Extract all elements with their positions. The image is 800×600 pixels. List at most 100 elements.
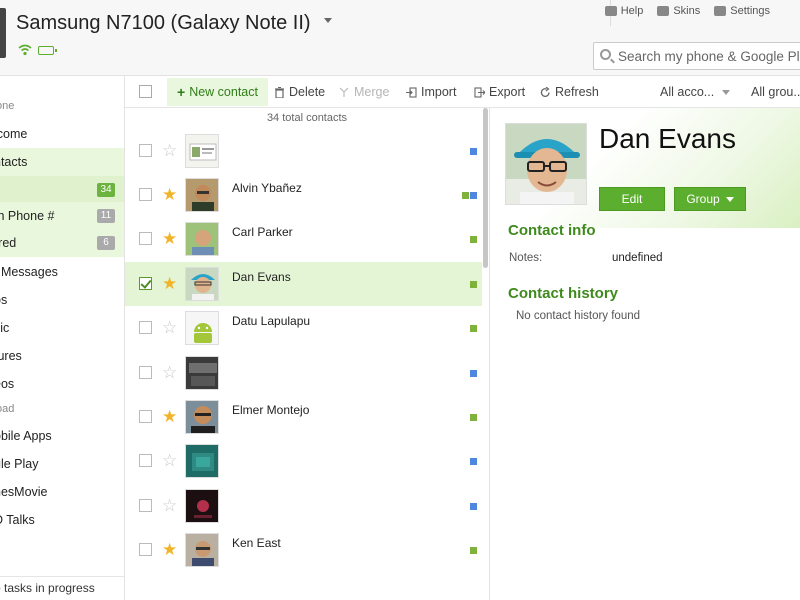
sidebar-item-welcome[interactable]: lcome — [0, 120, 124, 148]
star-icon[interactable]: ★ — [162, 275, 177, 292]
delete-button[interactable]: Delete — [274, 78, 325, 106]
star-icon[interactable]: ★ — [162, 186, 177, 203]
phone-device-icon — [0, 8, 6, 58]
avatar — [185, 267, 219, 301]
sidebar-item-label: th Phone # — [0, 209, 55, 223]
star-icon[interactable]: ☆ — [162, 319, 177, 336]
export-button[interactable]: Export — [474, 78, 525, 106]
contact-detail-pane: Dan Evans Edit Group Contact info Notes:… — [490, 108, 800, 600]
list-scrollbar[interactable] — [482, 108, 489, 268]
row-checkbox[interactable] — [139, 543, 152, 556]
skins-link-label: Skins — [673, 5, 701, 17]
row-checkbox[interactable] — [139, 499, 152, 512]
sidebar-item-music[interactable]: sic — [0, 314, 124, 342]
edit-contact-button[interactable]: Edit — [599, 187, 665, 211]
avatar — [185, 533, 219, 567]
star-icon[interactable]: ★ — [162, 230, 177, 247]
device-title[interactable]: Samsung N7100 (Galaxy Note II) — [16, 12, 311, 35]
scroll-thumb[interactable] — [483, 108, 488, 268]
avatar — [185, 489, 219, 523]
refresh-button[interactable]: Refresh — [540, 78, 599, 106]
groups-filter-dropdown[interactable]: All grou... — [751, 78, 800, 106]
top-links: Help Skins Settings — [604, 5, 770, 17]
sidebar-item-label: obile Apps — [0, 429, 52, 443]
contact-photo[interactable] — [505, 123, 587, 205]
groups-filter-label: All grou... — [751, 85, 800, 99]
app-header: Samsung N7100 (Galaxy Note II) Help Skin… — [0, 0, 800, 76]
sidebar-item-label: ntacts — [0, 155, 28, 169]
delete-label: Delete — [289, 85, 326, 99]
contact-name: Ken East — [232, 536, 281, 550]
group-dropdown-button[interactable]: Group — [674, 187, 746, 211]
row-checkbox[interactable] — [139, 410, 152, 423]
import-button[interactable]: Import — [406, 78, 456, 106]
import-icon — [406, 86, 417, 98]
contact-row[interactable]: ☆ — [125, 439, 482, 483]
contact-row[interactable]: ☆ — [125, 351, 482, 395]
star-icon[interactable]: ★ — [162, 541, 177, 558]
sidebar-item-google-play[interactable]: gle Play — [0, 450, 124, 478]
merge-button[interactable]: Merge — [339, 78, 389, 106]
star-icon[interactable]: ☆ — [162, 364, 177, 381]
trash-icon — [275, 86, 284, 98]
new-contact-button[interactable]: + New contact — [167, 78, 268, 106]
row-checkbox[interactable] — [139, 321, 152, 334]
sidebar-item-starred[interactable]: rred 6 — [0, 229, 124, 257]
row-checkbox[interactable] — [139, 277, 152, 290]
contact-row[interactable]: ★ Carl Parker — [125, 217, 482, 261]
skins-link[interactable]: Skins — [657, 5, 700, 17]
sidebar: one lcome ntacts 34 th Phone # 11 rred 6 t… — [0, 76, 125, 600]
sidebar-item-all-contacts[interactable]: 34 — [0, 176, 124, 204]
avatar — [185, 311, 219, 345]
row-checkbox[interactable] — [139, 144, 152, 157]
refresh-label: Refresh — [555, 85, 599, 99]
contact-info-heading: Contact info — [508, 222, 596, 239]
skins-shirt-icon — [657, 6, 670, 16]
sidebar-item-label: gle Play — [0, 457, 39, 471]
star-icon[interactable]: ☆ — [162, 142, 177, 159]
task-status[interactable]: o tasks in progress — [0, 576, 124, 600]
contact-list: 34 total contacts ☆ ★ Alvin Ybañez ★ Car… — [125, 108, 490, 600]
star-icon[interactable]: ★ — [162, 408, 177, 425]
contact-row[interactable]: ☆ Datu Lapulapu — [125, 306, 482, 350]
battery-icon — [38, 46, 57, 55]
sidebar-section-phone: one — [0, 100, 15, 112]
group-button-label: Group — [686, 192, 720, 206]
select-all-checkbox[interactable] — [139, 85, 152, 98]
sidebar-item-mobile-apps[interactable]: obile Apps — [0, 422, 124, 450]
star-icon[interactable]: ☆ — [162, 452, 177, 469]
search-input[interactable]: Search my phone & Google Play — [593, 42, 800, 70]
sidebar-item-pictures[interactable]: tures — [0, 342, 124, 370]
accounts-filter-dropdown[interactable]: All acco... — [660, 78, 731, 106]
chevron-down-icon — [725, 196, 734, 202]
wifi-icon — [18, 44, 32, 56]
star-icon[interactable]: ☆ — [162, 497, 177, 514]
sidebar-item-label: ps — [0, 293, 8, 307]
sidebar-item-videos[interactable]: eos — [0, 370, 124, 398]
contact-row[interactable]: ★ Alvin Ybañez — [125, 173, 482, 217]
row-checkbox[interactable] — [139, 232, 152, 245]
total-contacts-label: 34 total contacts — [266, 112, 348, 124]
contact-row[interactable]: ☆ — [125, 484, 482, 528]
row-checkbox[interactable] — [139, 188, 152, 201]
sidebar-item-itunes-movie[interactable]: nesMovie — [0, 478, 124, 506]
sidebar-item-contacts[interactable]: ntacts — [0, 148, 124, 176]
sidebar-item-apps[interactable]: ps — [0, 286, 124, 314]
sidebar-item-text-messages[interactable]: t Messages — [0, 258, 124, 286]
row-checkbox[interactable] — [139, 366, 152, 379]
help-link[interactable]: Help — [604, 5, 643, 17]
sidebar-item-with-phone[interactable]: th Phone # 11 — [0, 202, 124, 230]
contact-row-selected[interactable]: ★ Dan Evans — [125, 262, 482, 306]
contact-detail-name: Dan Evans — [599, 123, 736, 154]
device-dropdown-icon[interactable] — [324, 18, 332, 23]
contact-row[interactable]: ★ Ken East — [125, 528, 482, 572]
contact-row[interactable]: ★ Elmer Montejo — [125, 395, 482, 439]
contact-name: Elmer Montejo — [232, 403, 310, 417]
row-checkbox[interactable] — [139, 454, 152, 467]
settings-link[interactable]: Settings — [714, 5, 770, 17]
contact-row[interactable]: ☆ — [125, 129, 482, 173]
wrench-icon — [714, 6, 727, 16]
new-contact-label: New contact — [189, 85, 258, 99]
export-label: Export — [489, 85, 526, 99]
sidebar-item-ted-talks[interactable]: D Talks — [0, 506, 124, 534]
